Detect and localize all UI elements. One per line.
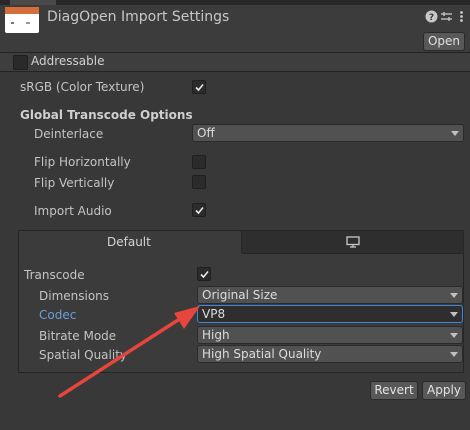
dimensions-value: Original Size <box>202 288 278 302</box>
chevron-down-icon <box>450 352 458 357</box>
addressable-label: Addressable <box>31 54 105 68</box>
tab-default-label: Default <box>107 235 151 249</box>
bitrate-mode-value: High <box>202 328 230 342</box>
import-audio-checkbox[interactable] <box>192 203 206 217</box>
deinterlace-value: Off <box>197 126 215 140</box>
import-audio-label: Import Audio <box>34 204 112 218</box>
flip-horizontally-checkbox[interactable] <box>192 155 206 169</box>
help-icon[interactable]: ? <box>425 10 438 23</box>
spatial-quality-value: High Spatial Quality <box>202 347 322 361</box>
global-transcode-heading: Global Transcode Options <box>20 108 193 122</box>
divider <box>0 71 470 72</box>
apply-button[interactable]: Apply <box>422 381 466 400</box>
flip-vertically-label: Flip Vertically <box>34 176 115 190</box>
more-menu-icon[interactable] <box>455 10 468 23</box>
codec-label: Codec <box>39 308 77 322</box>
chevron-down-icon <box>450 333 458 338</box>
checkmark-icon <box>195 83 204 92</box>
srgb-label: sRGB (Color Texture) <box>20 80 145 94</box>
open-button[interactable]: Open <box>423 32 465 51</box>
srgb-checkbox[interactable] <box>192 80 206 94</box>
transcode-checkbox[interactable] <box>197 267 211 281</box>
spatial-quality-dropdown[interactable]: High Spatial Quality <box>197 345 463 363</box>
chevron-down-icon <box>451 131 459 136</box>
svg-text:?: ? <box>429 13 434 23</box>
transcode-label: Transcode <box>24 268 85 282</box>
import-settings-title: DiagOpen Import Settings <box>47 9 230 25</box>
monitor-icon <box>346 236 360 248</box>
tab-strip <box>0 0 470 5</box>
bitrate-mode-label: Bitrate Mode <box>39 329 117 343</box>
checkmark-icon <box>195 206 204 215</box>
presets-icon[interactable] <box>440 10 453 23</box>
revert-button[interactable]: Revert <box>370 381 418 400</box>
dimensions-dropdown[interactable]: Original Size <box>197 286 463 304</box>
deinterlace-dropdown[interactable]: Off <box>192 124 464 142</box>
addressable-checkbox[interactable] <box>13 55 28 70</box>
chevron-down-icon <box>450 293 458 298</box>
deinterlace-label: Deinterlace <box>34 127 104 141</box>
codec-dropdown[interactable]: VP8 <box>197 305 463 323</box>
chevron-down-icon <box>450 312 458 317</box>
checkmark-icon <box>200 270 209 279</box>
dimensions-label: Dimensions <box>39 289 110 303</box>
bitrate-mode-dropdown[interactable]: High <box>197 326 463 344</box>
codec-value: VP8 <box>202 307 226 321</box>
inspector-header <box>0 0 470 52</box>
flip-vertically-checkbox[interactable] <box>192 175 206 189</box>
flip-horizontally-label: Flip Horizontally <box>34 155 131 169</box>
inspector-tab[interactable] <box>10 0 56 5</box>
spatial-quality-label: Spatial Quality <box>39 348 128 362</box>
video-asset-thumbnail <box>5 7 39 33</box>
